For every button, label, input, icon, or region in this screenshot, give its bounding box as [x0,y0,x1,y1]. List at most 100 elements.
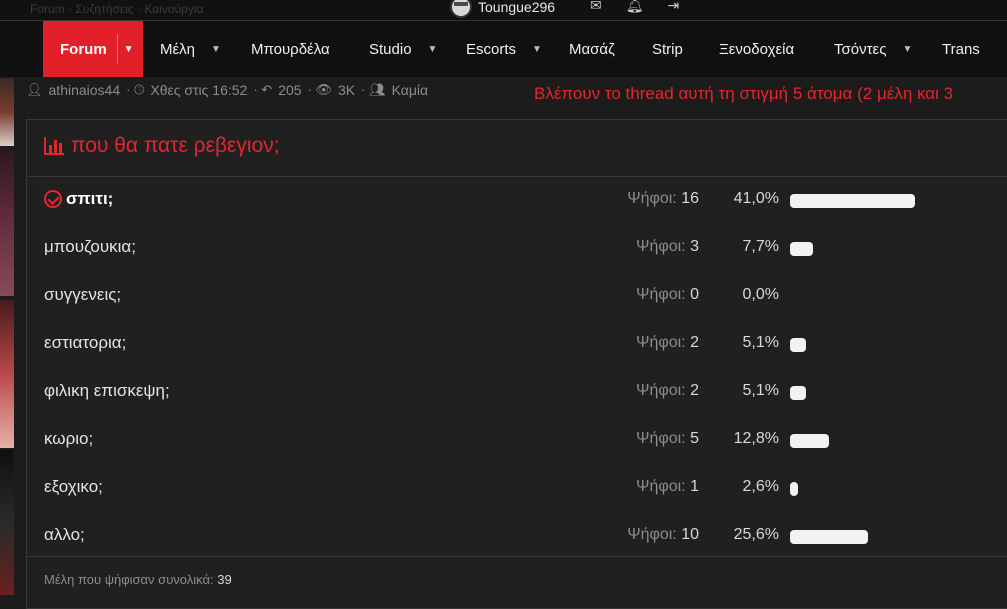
inbox-icon[interactable]: ✉ [590,0,602,14]
votes-label: Ψήφοι: [636,430,686,447]
poll-option-votes: Ψήφοι: 5 [636,430,699,448]
poll-option-votes: Ψήφοι: 0 [636,286,699,304]
logout-icon[interactable]: ⇥ [668,0,680,14]
nav-item-hotels[interactable]: Ξενοδοχεία [719,21,794,77]
main-nav: Forum ▼ Μέλη ▼ Μπουρδέλα Studio ▼ Escort… [0,21,1007,77]
eye-icon: · 👁︎ [307,82,332,97]
poll-option-percent: 5,1% [742,334,779,351]
view-count: 3K [338,82,356,98]
thumbnail-image[interactable] [0,78,14,146]
poll-option-row: εξοχικο; Ψήφοι: 1 2,6% [27,473,1007,503]
poll-option-label: συγγενεις; [44,285,121,305]
bell-icon[interactable]: 🔔︎ [626,0,644,14]
poll-option-text: εξοχικο; [44,477,103,496]
thumbnail-image[interactable] [0,300,14,448]
votes-label: Ψήφοι: [636,286,686,303]
poll-option-label: αλλο; [44,525,85,545]
poll-option-bar [790,434,829,448]
poll-option-label: εξοχικο; [44,477,103,497]
nav-item-strip[interactable]: Strip [652,21,683,77]
poll-option-row: εστιατορια; Ψήφοι: 2 5,1% [27,329,1007,359]
chevron-down-icon[interactable]: ▼ [211,44,221,55]
nav-item-studio[interactable]: Studio ▼ [369,21,437,77]
poll-option-text: συγγενεις; [44,285,122,304]
nav-label: Forum [60,40,107,58]
poll-option-row: φιλικη επισκεψη; Ψήφοι: 2 5,1% [27,377,1007,407]
nav-label: Μπουρδέλα [251,40,330,58]
check-circle-icon [44,190,62,208]
nav-label: Strip [652,40,683,58]
poll-option-votes: Ψήφοι: 10 [627,526,699,544]
votes-count: 16 [681,190,699,207]
username[interactable]: Toungue296 [478,0,555,15]
nav-separator [116,34,118,64]
poll-option-votes: Ψήφοι: 2 [636,334,699,352]
poll-option-row: συγγενεις; Ψήφοι: 0 0,0% [27,281,1007,311]
top-bar: Forum · Συζητήσεις · Καινούργια Toungue2… [0,0,1007,21]
nav-label: Μασάζ [569,40,615,58]
poll-option-bar [790,338,806,352]
poll-option-row: σπιτι; Ψήφοι: 16 41,0% [27,185,1007,215]
nav-label: Escorts [466,40,517,58]
top-icons: ✉ 🔔︎ ⇥ [590,0,679,14]
breadcrumb[interactable]: Forum · Συζητήσεις · Καινούργια [30,2,203,16]
votes-count: 2 [690,382,699,399]
poll-option-votes: Ψήφοι: 16 [627,190,699,208]
nav-item-escorts[interactable]: Escorts ▼ [466,21,542,77]
user-menu[interactable]: Toungue296 [450,0,555,18]
chevron-down-icon[interactable]: ▼ [902,44,912,55]
votes-count: 5 [690,430,699,447]
chevron-down-icon[interactable]: ▼ [428,44,438,55]
poll-block: που θα πατε ρεβεγιον; σπιτι; Ψήφοι: 16 41,… [26,119,1007,609]
poll-option-text: μπουζουκια; [44,237,136,256]
poll-option-text: φιλικη επισκεψη; [44,381,170,400]
votes-count: 10 [681,526,699,543]
poll-option-text: κωριο; [44,429,94,448]
avatar[interactable] [450,0,472,18]
reply-icon: · ↶ [253,82,273,97]
nav-item-members[interactable]: Μέλη ▼ [160,21,221,77]
poll-option-bar [790,194,915,208]
poll-option-votes: Ψήφοι: 1 [636,478,699,496]
poll-total: Μέλη που ψήφισαν συνολικά: 39 [44,572,232,587]
poll-option-text: αλλο; [44,525,85,544]
nav-item-massage[interactable]: Μασάζ [569,21,615,77]
poll-total-label: Μέλη που ψήφισαν συνολικά: [44,572,214,587]
participants: Καμία [391,82,429,98]
poll-option-row: μπουζουκια; Ψήφοι: 3 7,7% [27,233,1007,263]
votes-label: Ψήφοι: [636,334,686,351]
poll-option-votes: Ψήφοι: 3 [636,238,699,256]
viewing-status: Βλέπουν το thread αυτή τη στιγμή 5 άτομα… [534,84,954,103]
poll-option-text: σπιτι; [66,189,114,208]
divider [27,556,1007,557]
thumbnail-image[interactable] [0,148,14,296]
chevron-down-icon[interactable]: ▼ [124,44,134,55]
divider [27,176,1007,177]
nav-item-forum[interactable]: Forum ▼ [43,21,143,77]
bar-chart-icon [44,137,64,155]
poll-option-label: σπιτι; [44,189,113,209]
reply-count: 205 [278,82,302,98]
poll-option-label: κωριο; [44,429,93,449]
poll-option-row: κωριο; Ψήφοι: 5 12,8% [27,425,1007,455]
poll-option-row: αλλο; Ψήφοι: 10 25,6% [27,521,1007,551]
votes-label: Ψήφοι: [627,190,677,207]
nav-item-brothels[interactable]: Μπουρδέλα [251,21,330,77]
thread-meta: 👤︎ athinaios44 · 🕓︎ Χθες στις 16:52 · ↶ … [26,82,428,98]
nav-item-videos[interactable]: Τσόντες ▼ [834,21,912,77]
poll-option-votes: Ψήφοι: 2 [636,382,699,400]
poll-option-label: φιλικη επισκεψη; [44,381,170,401]
votes-count: 0 [690,286,699,303]
chevron-down-icon[interactable]: ▼ [532,44,542,55]
votes-label: Ψήφοι: [627,526,677,543]
thread-date[interactable]: Χθες στις 16:52 [150,82,247,98]
thread-author[interactable]: athinaios44 [49,82,121,98]
poll-option-percent: 25,6% [733,526,779,543]
votes-label: Ψήφοι: [636,382,686,399]
votes-count: 3 [690,238,699,255]
nav-label: Studio [369,40,412,58]
nav-label: Ξενοδοχεία [719,40,795,58]
nav-item-trans[interactable]: Trans [942,21,980,77]
thumbnail-image[interactable] [0,450,14,595]
poll-option-bar [790,482,798,496]
